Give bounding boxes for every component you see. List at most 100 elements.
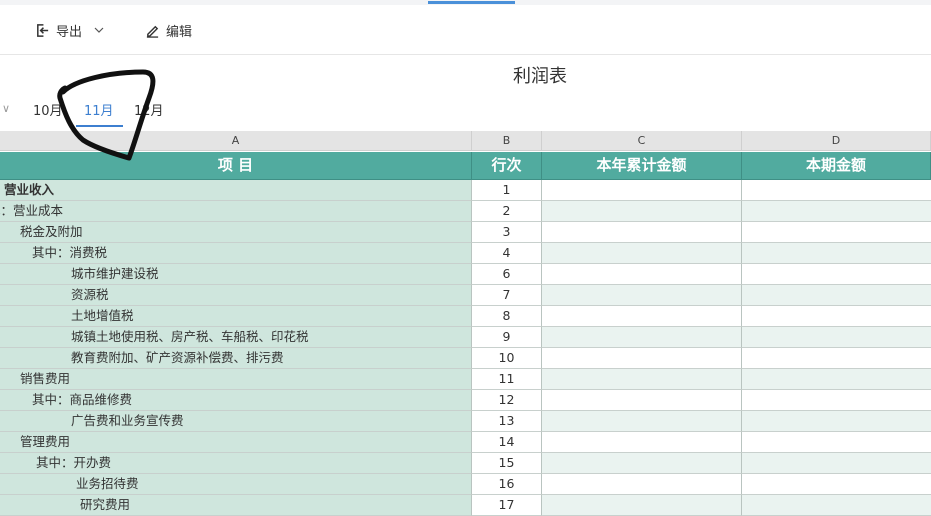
row-label[interactable]: 营业收入 — [0, 180, 472, 201]
column-letter-c[interactable]: C — [542, 131, 742, 151]
period-amount-cell[interactable] — [742, 285, 931, 306]
row-number[interactable]: 14 — [472, 432, 542, 453]
row-number[interactable]: 10 — [472, 348, 542, 369]
ytd-amount-cell[interactable] — [542, 222, 742, 243]
table-row: 广告费和业务宣传费 13 — [0, 411, 931, 432]
header-item[interactable]: 项 目 — [0, 152, 472, 180]
row-number[interactable]: 13 — [472, 411, 542, 432]
edit-button[interactable]: 编辑 — [145, 19, 192, 41]
toolbar: 导出 编辑 — [0, 5, 931, 55]
table-row: 税金及附加 3 — [0, 222, 931, 243]
period-amount-cell[interactable] — [742, 201, 931, 222]
period-amount-cell[interactable] — [742, 264, 931, 285]
row-label[interactable]: 业务招待费 — [0, 474, 472, 495]
table-row: 其中：商品维修费 12 — [0, 390, 931, 411]
row-number[interactable]: 12 — [472, 390, 542, 411]
period-amount-cell[interactable] — [742, 495, 931, 516]
active-tab-indicator — [428, 1, 515, 4]
row-number[interactable]: 15 — [472, 453, 542, 474]
row-number[interactable]: 1 — [472, 180, 542, 201]
ytd-amount-cell[interactable] — [542, 411, 742, 432]
table-row: 研究费用 17 — [0, 495, 931, 516]
report-title: 利润表 — [513, 66, 567, 87]
ytd-amount-cell[interactable] — [542, 348, 742, 369]
export-label: 导出 — [56, 24, 83, 40]
row-number[interactable]: 16 — [472, 474, 542, 495]
row-label[interactable]: 教育费附加、矿产资源补偿费、排污费 — [0, 348, 472, 369]
row-label[interactable]: 城镇土地使用税、房产税、车船税、印花税 — [0, 327, 472, 348]
row-label[interactable]: 减：营业成本 — [0, 201, 472, 222]
row-label[interactable]: 其中：商品维修费 — [0, 390, 472, 411]
chevron-down-icon[interactable] — [94, 25, 104, 35]
ytd-amount-cell[interactable] — [542, 201, 742, 222]
row-label[interactable]: 税金及附加 — [0, 222, 472, 243]
ytd-amount-cell[interactable] — [542, 453, 742, 474]
column-letter-b[interactable]: B — [472, 131, 542, 151]
period-amount-cell[interactable] — [742, 180, 931, 201]
column-letter-d[interactable]: D — [742, 131, 931, 151]
row-label[interactable]: 其中：开办费 — [0, 453, 472, 474]
table-row: 销售费用 11 — [0, 369, 931, 390]
row-label[interactable]: 资源税 — [0, 285, 472, 306]
table-row: 土地增值税 8 — [0, 306, 931, 327]
table-row: 其中：消费税 4 — [0, 243, 931, 264]
ytd-amount-cell[interactable] — [542, 390, 742, 411]
ytd-amount-cell[interactable] — [542, 327, 742, 348]
row-label[interactable]: 土地增值税 — [0, 306, 472, 327]
ytd-amount-cell[interactable] — [542, 180, 742, 201]
ytd-amount-cell[interactable] — [542, 495, 742, 516]
export-button[interactable]: 导出 — [35, 19, 110, 41]
tab-december[interactable]: 12月 — [134, 100, 164, 119]
row-number[interactable]: 7 — [472, 285, 542, 306]
table-row: 减：营业成本 2 — [0, 201, 931, 222]
header-period-amount[interactable]: 本期金额 — [742, 152, 931, 180]
row-number[interactable]: 11 — [472, 369, 542, 390]
edit-label: 编辑 — [166, 24, 193, 40]
row-label[interactable]: 管理费用 — [0, 432, 472, 453]
period-amount-cell[interactable] — [742, 474, 931, 495]
ytd-amount-cell[interactable] — [542, 264, 742, 285]
header-ytd-amount[interactable]: 本年累计金额 — [542, 152, 742, 180]
table-row: 管理费用 14 — [0, 432, 931, 453]
ytd-amount-cell[interactable] — [542, 369, 742, 390]
table-row: 城市维护建设税 6 — [0, 264, 931, 285]
column-letter-a[interactable]: A — [0, 131, 472, 151]
row-number[interactable]: 4 — [472, 243, 542, 264]
row-label[interactable]: 销售费用 — [0, 369, 472, 390]
month-tabs: ∨ 10月 11月 12月 — [0, 92, 400, 128]
chevron-left-icon[interactable]: ∨ — [2, 102, 10, 115]
header-line-no[interactable]: 行次 — [472, 152, 542, 180]
table-row: 业务招待费 16 — [0, 474, 931, 495]
period-amount-cell[interactable] — [742, 222, 931, 243]
table-row: 教育费附加、矿产资源补偿费、排污费 10 — [0, 348, 931, 369]
row-number[interactable]: 3 — [472, 222, 542, 243]
period-amount-cell[interactable] — [742, 243, 931, 264]
period-amount-cell[interactable] — [742, 390, 931, 411]
row-number[interactable]: 2 — [472, 201, 542, 222]
period-amount-cell[interactable] — [742, 369, 931, 390]
row-number[interactable]: 6 — [472, 264, 542, 285]
ytd-amount-cell[interactable] — [542, 432, 742, 453]
profit-statement-grid: A B C D 项 目 行次 本年累计金额 本期金额 营业收入 1 减：营业成本… — [0, 131, 931, 516]
row-label[interactable]: 城市维护建设税 — [0, 264, 472, 285]
ytd-amount-cell[interactable] — [542, 306, 742, 327]
period-amount-cell[interactable] — [742, 453, 931, 474]
table-row: 资源税 7 — [0, 285, 931, 306]
row-number[interactable]: 9 — [472, 327, 542, 348]
ytd-amount-cell[interactable] — [542, 243, 742, 264]
ytd-amount-cell[interactable] — [542, 474, 742, 495]
row-label[interactable]: 广告费和业务宣传费 — [0, 411, 472, 432]
period-amount-cell[interactable] — [742, 327, 931, 348]
period-amount-cell[interactable] — [742, 348, 931, 369]
row-number[interactable]: 17 — [472, 495, 542, 516]
row-label[interactable]: 其中：消费税 — [0, 243, 472, 264]
period-amount-cell[interactable] — [742, 411, 931, 432]
period-amount-cell[interactable] — [742, 306, 931, 327]
tab-october[interactable]: 10月 — [33, 100, 63, 119]
period-amount-cell[interactable] — [742, 432, 931, 453]
table-row: 城镇土地使用税、房产税、车船税、印花税 9 — [0, 327, 931, 348]
tab-november[interactable]: 11月 — [84, 100, 114, 119]
ytd-amount-cell[interactable] — [542, 285, 742, 306]
row-number[interactable]: 8 — [472, 306, 542, 327]
row-label[interactable]: 研究费用 — [0, 495, 472, 516]
